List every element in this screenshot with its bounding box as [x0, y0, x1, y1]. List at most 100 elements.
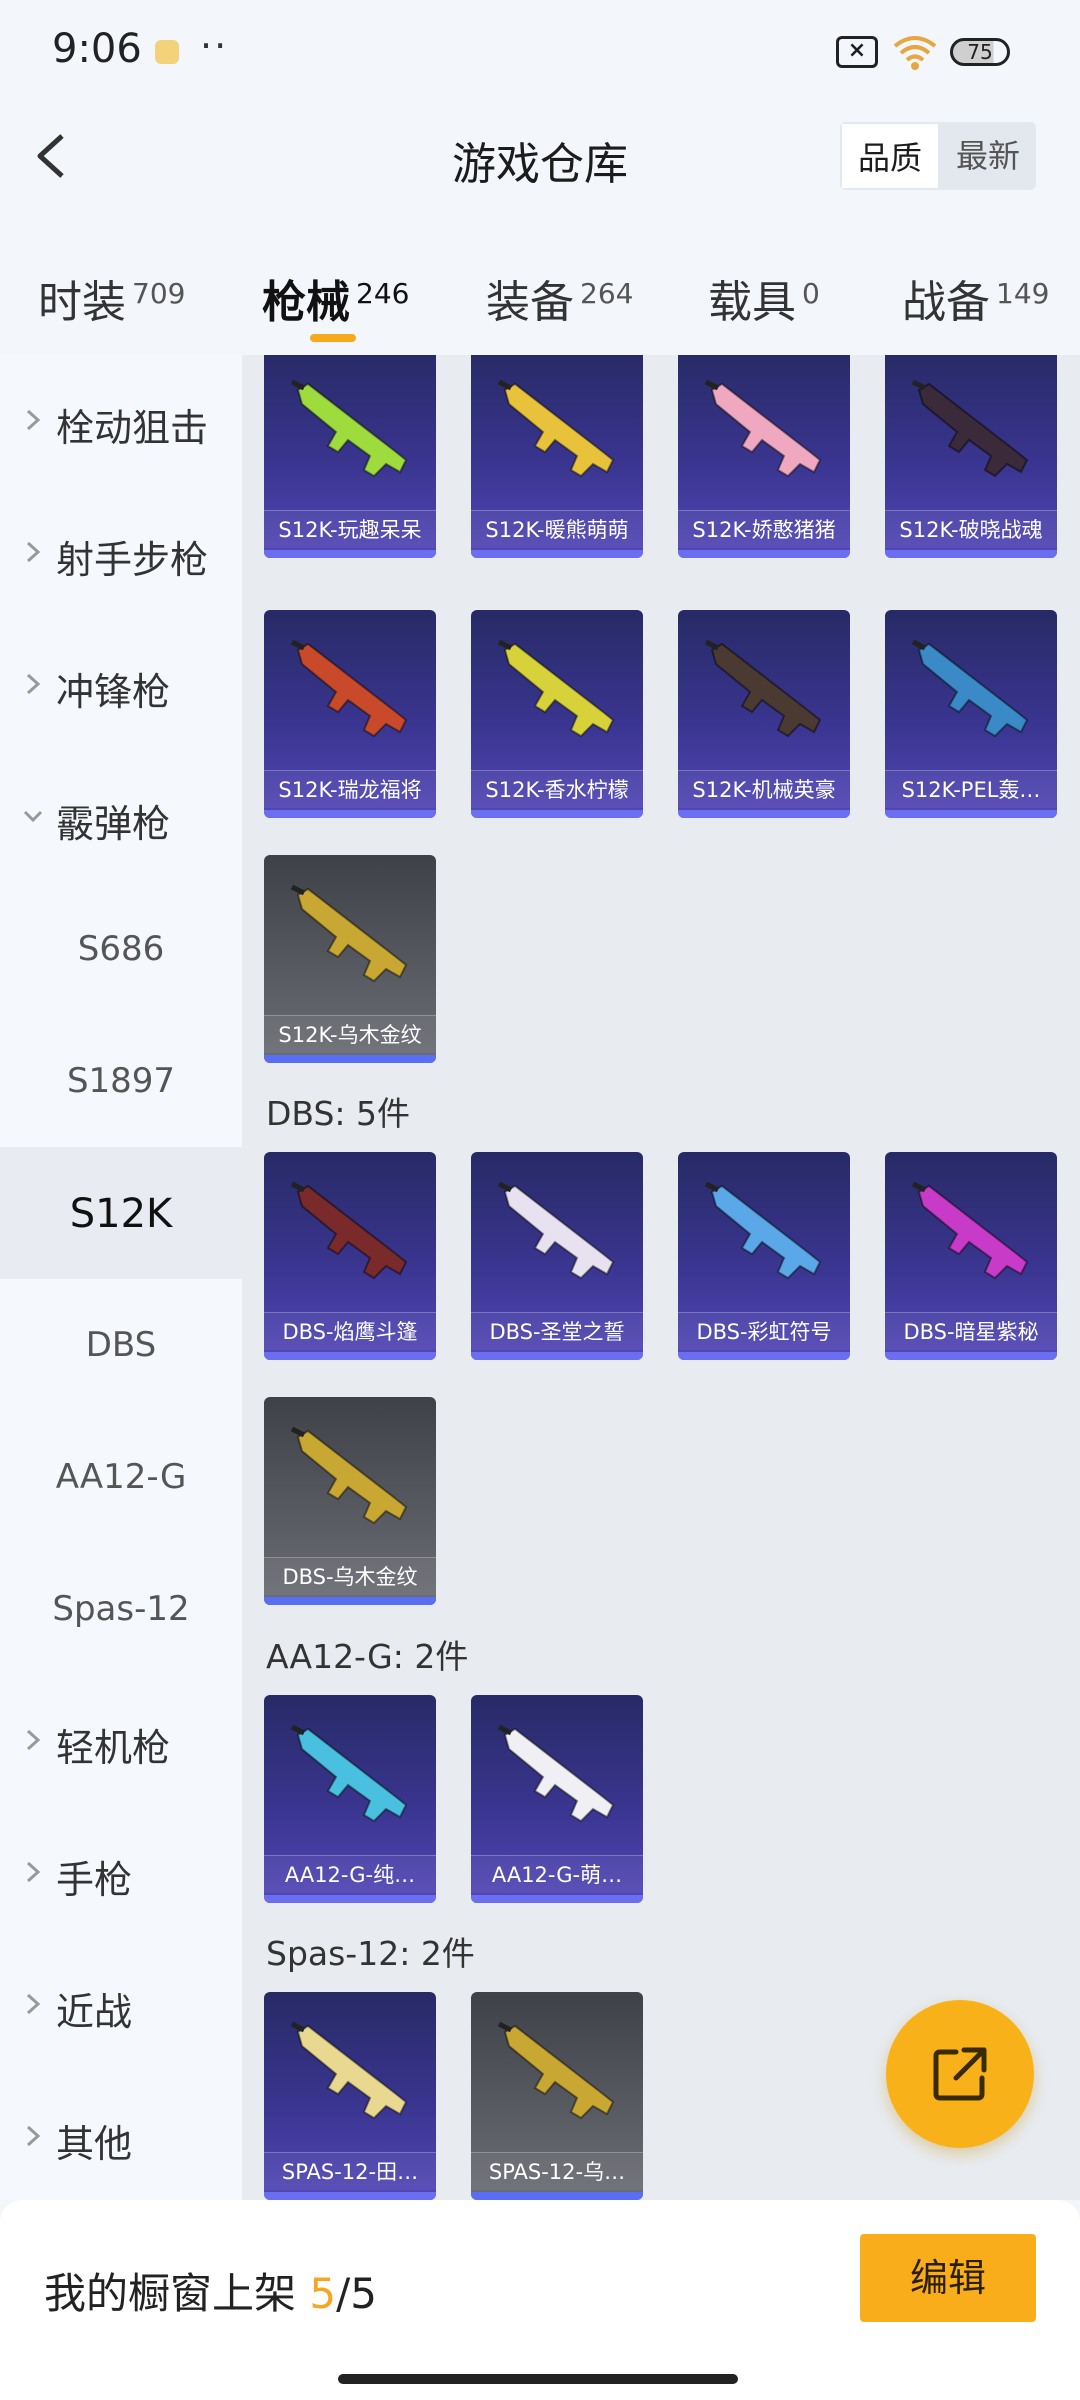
tab-firearms[interactable]: 枪械 246 — [262, 266, 409, 330]
item-name: S12K-香水柠檬 — [471, 770, 643, 808]
item-card[interactable]: DBS-圣堂之誓 — [471, 1152, 643, 1360]
item-card[interactable]: SPAS-12-田… — [264, 1992, 436, 2200]
quality-bar — [678, 1352, 850, 1360]
weapon-skin-image — [911, 1181, 1029, 1280]
weapon-skin-image — [290, 1724, 408, 1823]
tab-vehicles[interactable]: 载具 0 — [708, 266, 820, 330]
weapon-skin-image — [290, 379, 408, 478]
tab-supplies[interactable]: 战备 149 — [902, 266, 1049, 330]
sidebar-item-label: S686 — [77, 929, 165, 969]
item-card[interactable]: DBS-焰鹰斗篷 — [264, 1152, 436, 1360]
quality-bar — [264, 1895, 436, 1903]
weapon-skin-image — [704, 1181, 822, 1280]
item-name: S12K-暖熊萌萌 — [471, 510, 643, 548]
sidebar-item-smg[interactable]: 冲锋枪 — [0, 619, 242, 751]
sidebar-item-label: 栓动狙击 — [56, 406, 209, 450]
item-card[interactable]: S12K-娇憨猪猪 — [678, 355, 850, 558]
category-tabs: 时装 709 枪械 246 装备 264 载具 0 战备 149 — [0, 250, 1080, 350]
sidebar-item-label: AA12-G — [55, 1457, 187, 1497]
tab-fashion[interactable]: 时装 709 — [38, 266, 185, 330]
quality-bar — [471, 810, 643, 818]
sidebar-item-label: 轻机枪 — [56, 1726, 171, 1770]
item-card[interactable]: S12K-机械英豪 — [678, 610, 850, 818]
tab-label: 载具 — [708, 277, 796, 328]
sidebar-subitem-aa12g[interactable]: AA12-G — [0, 1411, 242, 1543]
item-card[interactable]: DBS-彩虹符号 — [678, 1152, 850, 1360]
notification-icon — [155, 40, 179, 64]
quality-bar — [264, 2192, 436, 2200]
sidebar-item-label: 其他 — [56, 2122, 133, 2166]
tab-count: 709 — [132, 277, 186, 310]
sidebar-subitem-s1897[interactable]: S1897 — [0, 1015, 242, 1147]
chevron-right-icon — [26, 673, 41, 695]
item-card[interactable]: S12K-瑞龙福将 — [264, 610, 436, 818]
quality-bar — [471, 2192, 643, 2200]
sidebar-item-pistol[interactable]: 手枪 — [0, 1807, 242, 1939]
group-label-spas12: Spas-12: 2件 — [266, 1934, 475, 1973]
item-card[interactable]: S12K-暖熊萌萌 — [471, 355, 643, 558]
item-card[interactable]: S12K-PEL轰… — [885, 610, 1057, 818]
sidebar-subitem-s686[interactable]: S686 — [0, 883, 242, 1015]
sidebar-item-lmg[interactable]: 轻机枪 — [0, 1675, 242, 1807]
showcase-status: 我的橱窗上架 5/5 — [44, 2260, 377, 2321]
item-card[interactable]: AA12-G-萌… — [471, 1695, 643, 1903]
item-name: S12K-瑞龙福将 — [264, 770, 436, 808]
sidebar-item-label: S12K — [69, 1191, 173, 1237]
header: 游戏仓库 品质 最新 — [0, 100, 1080, 215]
status-time: 9:06 — [52, 26, 142, 72]
status-bar: 9:06 ·· × 75 — [0, 0, 1080, 100]
item-name: S12K-娇憨猪猪 — [678, 510, 850, 548]
edit-button[interactable]: 编辑 — [860, 2234, 1036, 2322]
showcase-total: /5 — [336, 2269, 377, 2318]
item-name: DBS-焰鹰斗篷 — [264, 1312, 436, 1350]
chevron-right-icon — [26, 1861, 41, 1883]
sidebar-item-bolt-sniper[interactable]: 栓动狙击 — [0, 355, 242, 487]
sidebar-item-shotgun[interactable]: 霰弹枪 — [0, 751, 242, 883]
tab-count: 264 — [580, 277, 634, 310]
quality-bar — [885, 810, 1057, 818]
tab-count: 149 — [996, 277, 1050, 310]
sidebar-subitem-spas12[interactable]: Spas-12 — [0, 1543, 242, 1675]
sidebar-item-label: 手枪 — [56, 1858, 133, 1902]
item-card[interactable]: DBS-乌木金纹 — [264, 1397, 436, 1605]
item-card[interactable]: SPAS-12-乌… — [471, 1992, 643, 2200]
quality-bar — [678, 550, 850, 558]
chevron-right-icon — [26, 409, 41, 431]
item-card[interactable]: S12K-玩趣呆呆 — [264, 355, 436, 558]
item-card[interactable]: S12K-香水柠檬 — [471, 610, 643, 818]
weapon-skin-image — [497, 1181, 615, 1280]
sidebar-item-marksman-rifle[interactable]: 射手步枪 — [0, 487, 242, 619]
item-card[interactable]: S12K-破晓战魂 — [885, 355, 1057, 558]
weapon-skin-image — [704, 639, 822, 738]
more-notifications-icon: ·· — [200, 24, 229, 68]
sidebar-subitem-dbs[interactable]: DBS — [0, 1279, 242, 1411]
tab-count: 246 — [356, 277, 410, 310]
item-card[interactable]: S12K-乌木金纹 — [264, 855, 436, 1063]
share-button[interactable] — [886, 2000, 1034, 2148]
tab-label: 装备 — [486, 277, 574, 328]
quality-bar — [264, 1597, 436, 1605]
sidebar-item-other[interactable]: 其他 — [0, 2071, 242, 2203]
sort-quality-button[interactable]: 品质 — [840, 122, 940, 190]
quality-bar — [264, 810, 436, 818]
tab-count: 0 — [802, 277, 820, 310]
sidebar-subitem-s12k[interactable]: S12K — [0, 1147, 242, 1279]
sort-latest-button[interactable]: 最新 — [940, 122, 1036, 190]
item-name: DBS-圣堂之誓 — [471, 1312, 643, 1350]
item-card[interactable]: AA12-G-纯… — [264, 1695, 436, 1903]
weapon-skin-image — [911, 379, 1029, 478]
weapon-skin-image — [290, 884, 408, 983]
item-name: DBS-暗星紫秘 — [885, 1312, 1057, 1350]
item-name: DBS-乌木金纹 — [264, 1557, 436, 1595]
share-icon — [933, 2047, 987, 2101]
sidebar-item-melee[interactable]: 近战 — [0, 1939, 242, 2071]
item-name: AA12-G-萌… — [471, 1855, 643, 1893]
group-label-aa12g: AA12-G: 2件 — [266, 1637, 469, 1676]
item-card[interactable]: DBS-暗星紫秘 — [885, 1152, 1057, 1360]
weapon-skin-image — [497, 1724, 615, 1823]
no-sim-icon: × — [836, 36, 878, 68]
home-indicator[interactable] — [338, 2374, 738, 2384]
weapon-skin-image — [290, 639, 408, 738]
tab-equipment[interactable]: 装备 264 — [486, 266, 633, 330]
battery-icon: 75 — [950, 38, 1010, 66]
